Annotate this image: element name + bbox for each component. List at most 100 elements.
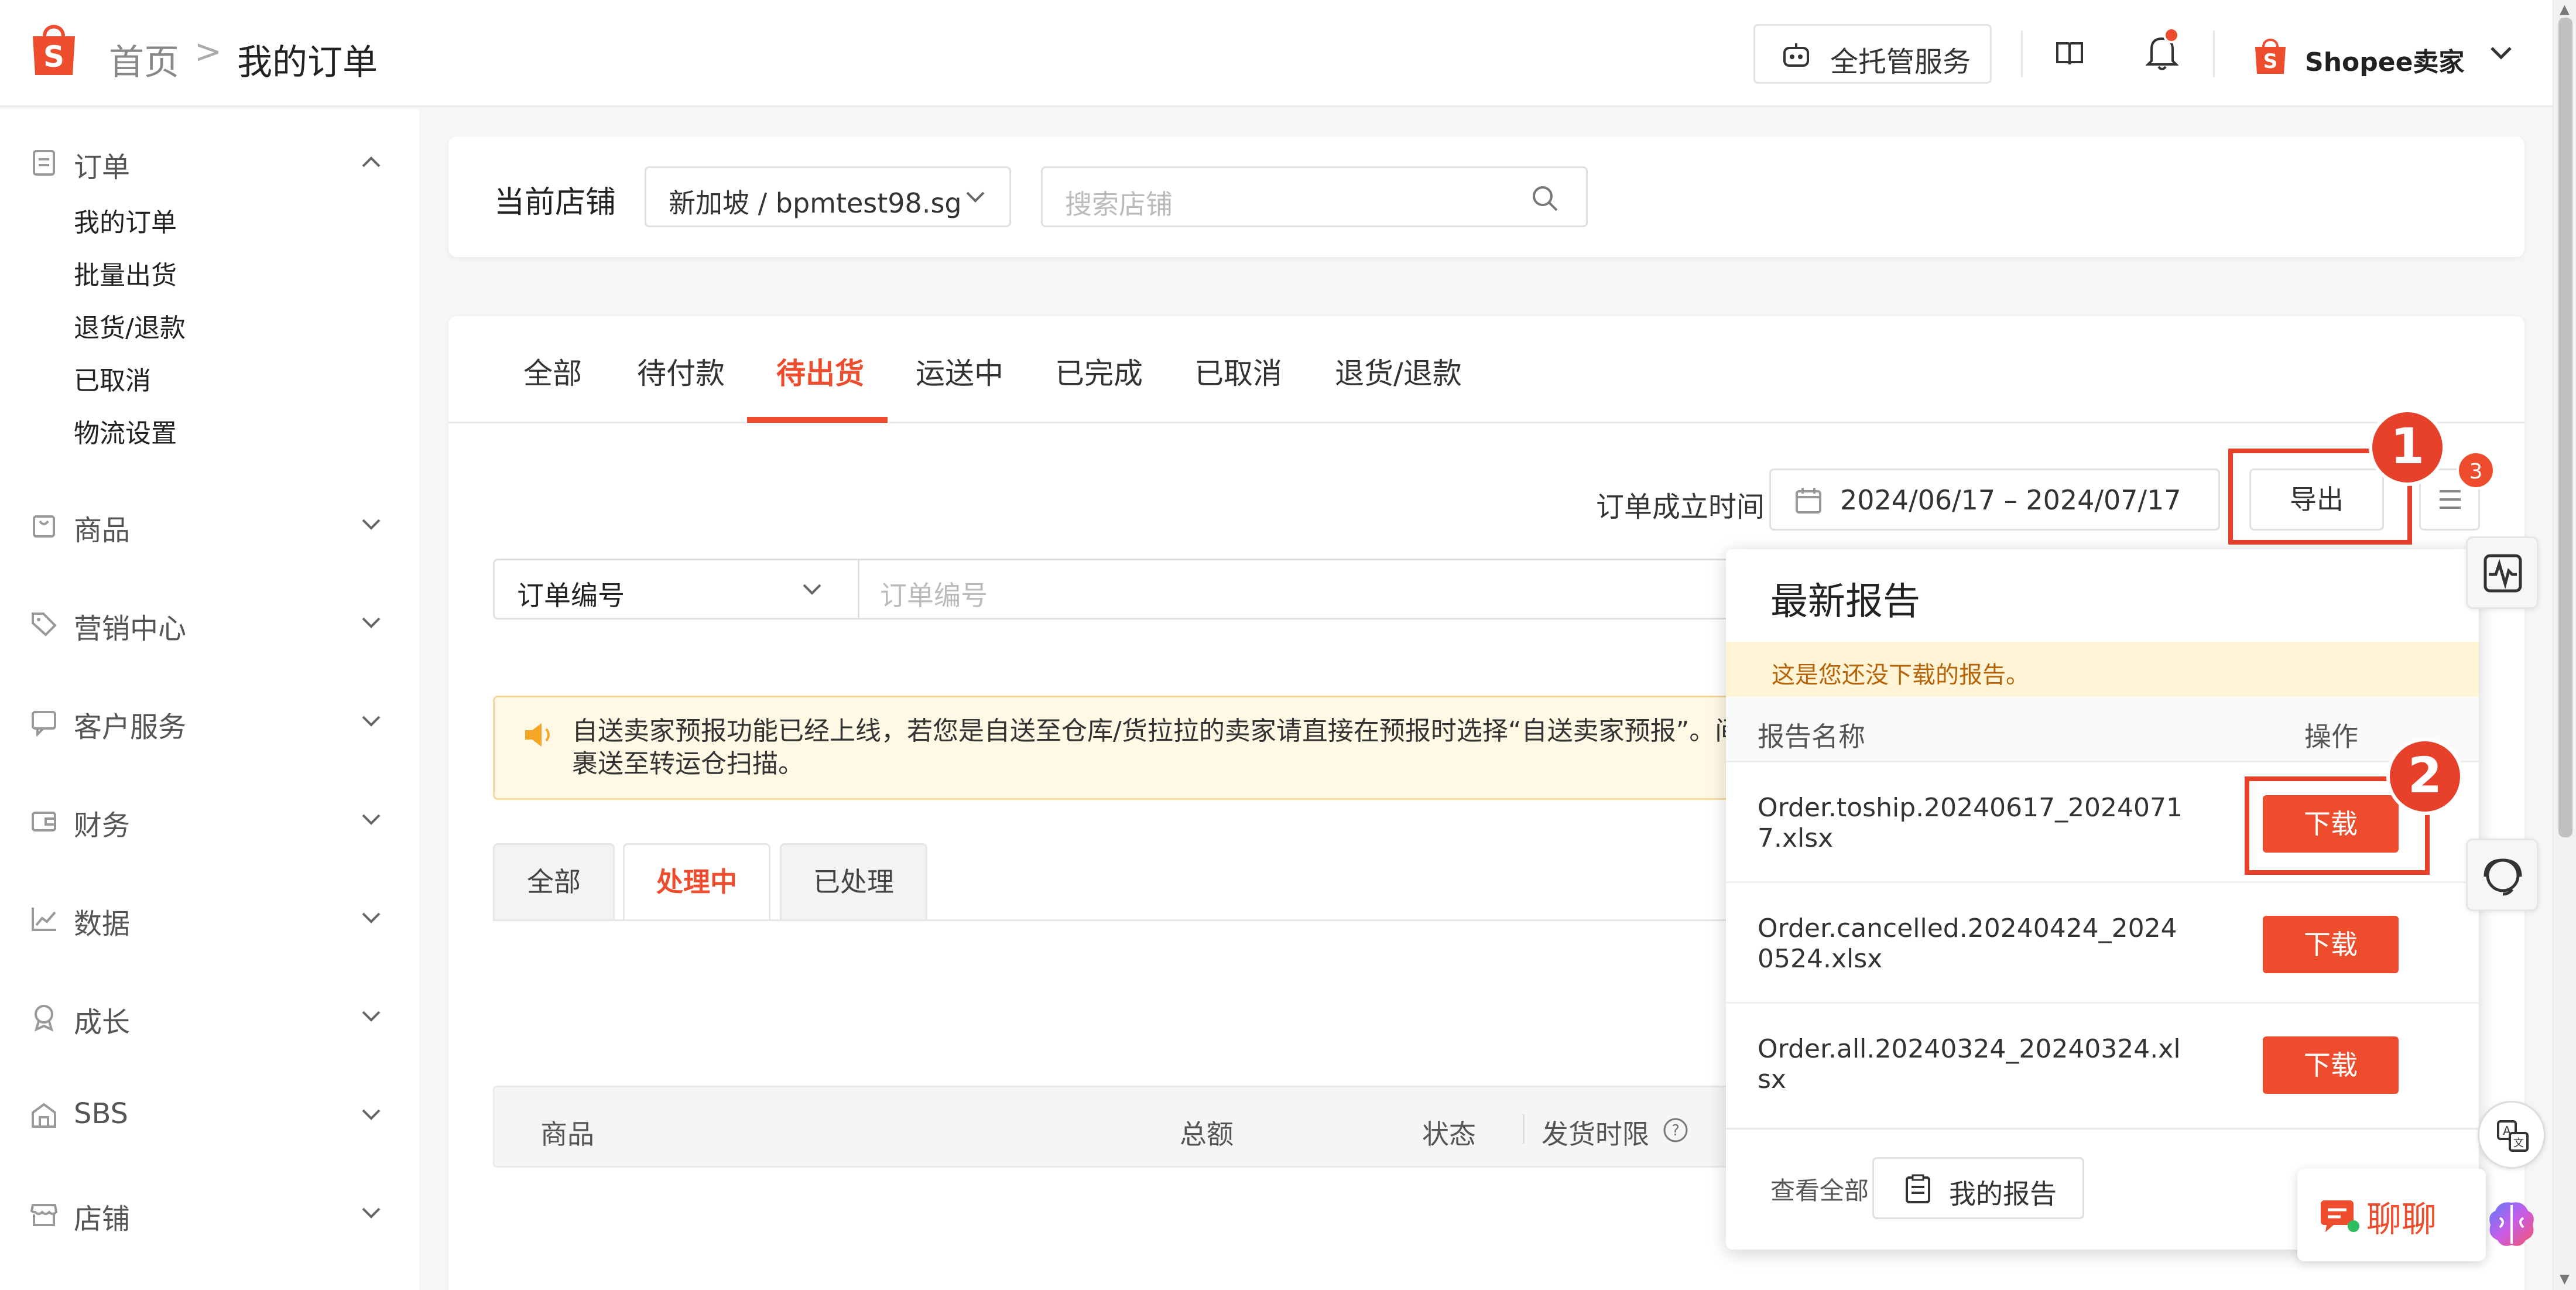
translate-icon: A文 <box>2497 1120 2529 1152</box>
sidebar-group-finance[interactable]: 财务 <box>0 787 419 851</box>
help-icon[interactable]: ? <box>1662 1117 1689 1144</box>
column-status: 状态 <box>1422 1118 1476 1150</box>
chevron-down-icon[interactable] <box>358 1005 384 1028</box>
speaker-icon <box>525 723 550 747</box>
callout-badge-1: 1 <box>2369 409 2446 486</box>
shopee-seller-logo-icon: S <box>2255 39 2286 74</box>
svg-text:S: S <box>2263 50 2278 73</box>
breadcrumb-current: 我的订单 <box>237 42 378 83</box>
translate-button[interactable]: A文 <box>2478 1101 2546 1169</box>
tab-completed[interactable]: 已完成 <box>1055 350 1143 392</box>
seller-account-name[interactable]: Shopee卖家 <box>2305 41 2464 78</box>
sidebar-group-label: 商品 <box>74 514 131 547</box>
report-banner-text: 这是您还没下载的报告。 <box>1772 662 2029 689</box>
activity-monitor-button[interactable] <box>2466 536 2539 609</box>
date-range-picker[interactable]: 2024/06/17 – 2024/07/17 <box>1769 468 2220 531</box>
tab-cancelled[interactable]: 已取消 <box>1194 350 1282 392</box>
shop-select-dropdown[interactable]: 新加坡 / bpmtest98.sg <box>645 166 1011 227</box>
header-divider <box>2213 30 2215 77</box>
book-icon[interactable] <box>2055 41 2084 67</box>
download-button[interactable]: 下载 <box>2263 1036 2399 1094</box>
ai-brain-icon[interactable] <box>2482 1195 2541 1253</box>
chevron-down-icon <box>966 191 985 203</box>
managed-service-button[interactable]: 全托管服务 <box>1753 24 1992 84</box>
scroll-up-arrow-icon[interactable]: ▲ <box>2560 2 2570 17</box>
chevron-down-icon[interactable] <box>358 1202 384 1225</box>
tab-returns[interactable]: 退货/退款 <box>1335 350 1462 392</box>
customer-support-button[interactable] <box>2466 839 2539 911</box>
shopee-logo-icon[interactable]: S <box>28 20 80 77</box>
sidebar-group-label: 数据 <box>74 908 131 940</box>
report-title: 最新报告 <box>1770 580 1920 624</box>
badge-icon <box>34 1005 54 1032</box>
sidebar-item-cancelled[interactable]: 已取消 <box>74 360 151 397</box>
sidebar-item-returns[interactable]: 退货/退款 <box>74 307 186 344</box>
chevron-down-icon[interactable] <box>358 808 384 832</box>
shop-search-input[interactable]: 搜索店铺 <box>1041 166 1588 227</box>
sidebar-group-orders[interactable]: 订单 <box>0 129 419 193</box>
pulse-icon <box>2483 554 2522 593</box>
order-table-header: 商品 总额 状态 发货时限 ? <box>493 1086 1839 1168</box>
search-icon[interactable] <box>1530 183 1560 214</box>
header-divider <box>2021 30 2023 77</box>
chevron-down-icon[interactable] <box>358 710 384 733</box>
subtab-all[interactable]: 全部 <box>493 843 615 921</box>
chevron-down-icon[interactable] <box>2487 41 2515 64</box>
order-date-label: 订单成立时间 <box>1596 491 1765 523</box>
report-row: Order.cancelled.20240424_20240524.xlsx 下… <box>1726 883 2479 1004</box>
report-column-action: 操作 <box>2304 721 2358 752</box>
sidebar-item-my-orders[interactable]: 我的订单 <box>74 201 177 239</box>
report-column-name: 报告名称 <box>1758 721 1865 752</box>
sidebar-group-label: 订单 <box>74 151 131 184</box>
report-clipboard-icon <box>1906 1174 1930 1203</box>
sidebar-group-products[interactable]: 商品 <box>0 492 419 556</box>
chevron-down-icon[interactable] <box>358 611 384 635</box>
calendar-icon <box>1796 488 1821 514</box>
sidebar-item-bulk-ship[interactable]: 批量出货 <box>74 254 177 292</box>
svg-text:?: ? <box>1671 1122 1680 1140</box>
list-icon <box>2440 490 2461 509</box>
sidebar-item-logistics[interactable]: 物流设置 <box>74 412 177 450</box>
chevron-down-icon[interactable] <box>358 513 384 536</box>
sidebar-group-growth[interactable]: 成长 <box>0 984 419 1048</box>
current-shop-label: 当前店铺 <box>494 185 616 220</box>
tab-to-ship[interactable]: 待出货 <box>776 350 864 392</box>
clipboard-icon <box>33 150 55 176</box>
top-header: S 首页 > 我的订单 全托管服务 S Shopee卖家 <box>0 0 2553 107</box>
sidebar-group-customer-service[interactable]: 客户服务 <box>0 689 419 753</box>
sidebar-group-data[interactable]: 数据 <box>0 885 419 950</box>
date-range-value: 2024/06/17 – 2024/07/17 <box>1840 484 2181 516</box>
notification-dot <box>2163 27 2180 43</box>
tab-shipping[interactable]: 运送中 <box>916 350 1003 392</box>
shop-select-value: 新加坡 / bpmtest98.sg <box>669 187 962 219</box>
tab-unpaid[interactable]: 待付款 <box>637 350 725 392</box>
sidebar-group-sbs[interactable]: SBS <box>0 1082 419 1147</box>
tab-all[interactable]: 全部 <box>523 350 582 392</box>
sidebar-group-marketing[interactable]: 营销中心 <box>0 590 419 655</box>
my-reports-button[interactable]: 我的报告 <box>1872 1157 2084 1219</box>
report-file-name: Order.toship.20240617_20240717.xlsx <box>1758 793 2183 853</box>
order-number-input[interactable]: 订单编号 <box>858 559 1771 620</box>
shop-search-placeholder: 搜索店铺 <box>1065 189 1173 220</box>
scrollbar-thumb[interactable] <box>2558 18 2572 837</box>
search-type-select[interactable]: 订单编号 <box>493 559 859 620</box>
chevron-up-icon[interactable] <box>358 150 384 173</box>
breadcrumb-home[interactable]: 首页 <box>109 34 179 85</box>
active-tab-indicator <box>747 417 888 423</box>
sidebar-group-shop[interactable]: 店铺 <box>0 1180 419 1245</box>
download-button[interactable]: 下载 <box>2263 916 2399 973</box>
shop-selector-card: 当前店铺 新加坡 / bpmtest98.sg 搜索店铺 <box>448 136 2524 257</box>
chevron-down-icon <box>803 584 821 595</box>
sidebar: 订单 我的订单 批量出货 退货/退款 已取消 物流设置 商品 营销中心 客户服务… <box>0 109 419 1290</box>
subtab-processed[interactable]: 已处理 <box>780 843 927 921</box>
report-file-name: Order.all.20240324_20240324.xlsx <box>1758 1034 2181 1094</box>
subtab-processing[interactable]: 处理中 <box>623 843 770 921</box>
chevron-down-icon[interactable] <box>358 906 384 930</box>
chart-icon <box>32 908 56 931</box>
chat-button[interactable]: 聊聊 <box>2297 1169 2486 1261</box>
order-number-placeholder: 订单编号 <box>880 580 988 611</box>
scroll-down-arrow-icon[interactable]: ▼ <box>2560 1272 2570 1286</box>
page-scrollbar[interactable]: ▲ ▼ <box>2553 0 2576 1290</box>
sidebar-group-label: 店铺 <box>74 1203 131 1236</box>
chevron-down-icon[interactable] <box>358 1103 384 1127</box>
